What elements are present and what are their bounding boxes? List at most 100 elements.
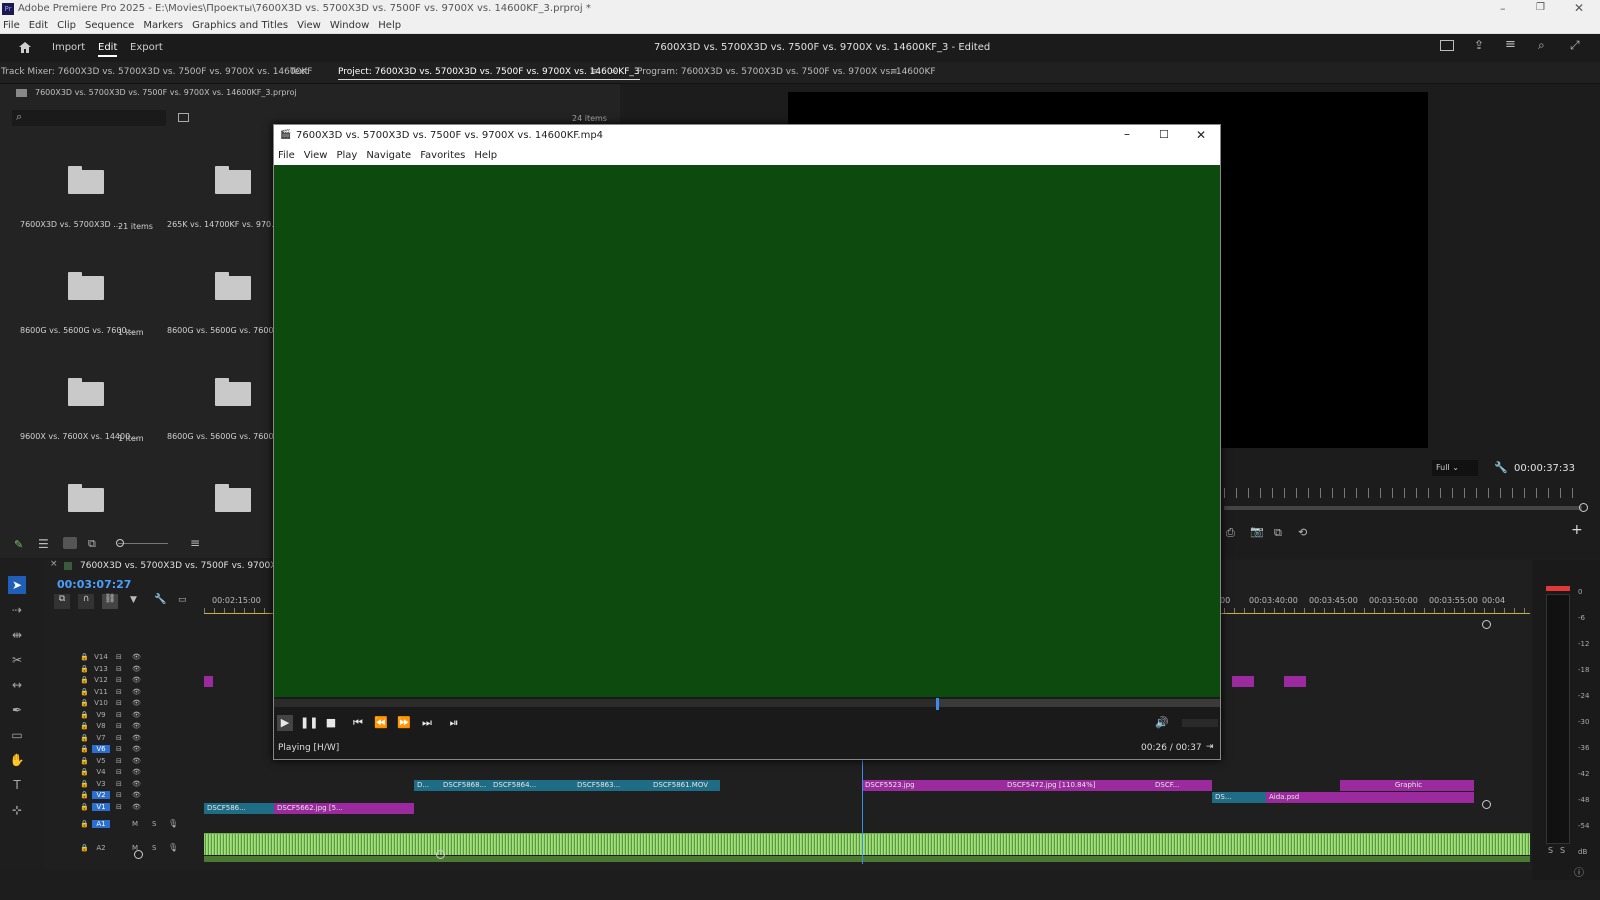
v2-clip[interactable]: DS... (1212, 792, 1266, 803)
hand-icon[interactable]: ✋ (8, 751, 26, 769)
mic-icon[interactable]: 🎙 (168, 843, 178, 852)
menu-item-clip[interactable]: Clip (57, 20, 76, 31)
v1-clip[interactable]: DSCF5662.jpg [5... (274, 803, 414, 814)
tab-import[interactable]: Import (52, 42, 85, 53)
menu-item-markers[interactable]: Markers (143, 20, 183, 31)
sync-lock-icon[interactable]: ⊟ (116, 734, 122, 742)
lock-icon[interactable]: 🔒 (80, 665, 89, 673)
marker-icon[interactable]: ▼ (130, 595, 137, 605)
razor-icon[interactable]: ✂ (8, 651, 26, 669)
lock-icon[interactable]: 🔒 (80, 820, 89, 828)
video-clip[interactable]: DSCF5861.MOV (650, 780, 720, 791)
lock-icon[interactable]: 🔒 (80, 734, 89, 742)
menu-item-file[interactable]: File (3, 20, 20, 31)
captions-icon[interactable]: ▭ (178, 595, 187, 605)
caption-icon[interactable]: ⊹ (8, 801, 26, 819)
menu-item-window[interactable]: Window (330, 20, 369, 31)
track-label[interactable]: V6 (92, 745, 110, 753)
player-menu-navigate[interactable]: Navigate (366, 150, 411, 161)
sync-lock-icon[interactable]: ⊟ (116, 780, 122, 788)
freeform-view-icon[interactable]: ⧉ (88, 537, 96, 551)
eye-icon[interactable]: 👁 (132, 665, 141, 673)
tab-text[interactable]: Text (290, 67, 308, 77)
fullscreen-icon[interactable]: ⤢ (1570, 38, 1580, 53)
eye-icon[interactable]: 👁 (132, 699, 141, 707)
sync-lock-icon[interactable]: ⊟ (116, 676, 122, 684)
panel-menu-icon[interactable]: ≡ (590, 67, 598, 77)
vr-icon[interactable]: ⟲ (1298, 526, 1307, 539)
sort-icon[interactable]: ≡ (190, 536, 200, 550)
player-menu-favorites[interactable]: Favorites (420, 150, 465, 161)
bin-item[interactable]: 9600X vs. 7600X vs. 14400... 1 item (18, 344, 158, 444)
track-label[interactable]: V1 (92, 802, 110, 811)
sync-lock-icon[interactable]: ⊟ (116, 745, 122, 753)
lock-icon[interactable]: 🔒 (80, 745, 89, 753)
eye-icon[interactable]: 👁 (132, 768, 141, 776)
settings-wrench-icon[interactable]: 🔧 (1494, 461, 1508, 474)
sequence-timecode[interactable]: 00:03:07:27 (57, 578, 131, 591)
timeline-scroll-handle[interactable] (134, 850, 143, 859)
track-label[interactable]: V11 (92, 688, 110, 696)
menu-item-sequence[interactable]: Sequence (85, 20, 134, 31)
v13-marker-clip[interactable] (204, 676, 213, 687)
v13-clip-a[interactable] (1232, 676, 1254, 687)
lock-icon[interactable]: 🔒 (80, 688, 89, 696)
bin-item[interactable] (18, 450, 158, 550)
new-bin-icon[interactable] (178, 113, 189, 122)
video-clip[interactable]: DSCF5864... (490, 780, 574, 791)
camera-icon[interactable]: 📷 (1250, 525, 1264, 538)
track-label[interactable]: V5 (92, 757, 110, 765)
solo-button[interactable]: S (152, 844, 156, 852)
sync-lock-icon[interactable]: ⊟ (116, 688, 122, 696)
pause-icon[interactable]: ❚❚ (300, 715, 318, 731)
lock-icon[interactable]: 🔒 (80, 711, 89, 719)
audio-track-a2-waveform[interactable] (204, 856, 1530, 862)
close-sequence-icon[interactable]: × (50, 559, 58, 569)
quick-search-icon[interactable]: ⌕ (1538, 38, 1545, 53)
slip-icon[interactable]: ↔ (8, 676, 26, 694)
solo-button[interactable]: S (152, 820, 156, 828)
volume-slider[interactable] (1182, 719, 1218, 727)
solo-right[interactable]: S (1560, 846, 1565, 855)
wrench-icon[interactable]: 🔧 (154, 594, 166, 605)
selection-tool-icon[interactable]: ➤ (8, 576, 26, 594)
fast-forward-icon[interactable]: ⏩ (396, 715, 412, 731)
eye-icon[interactable]: 👁 (132, 791, 141, 799)
eye-icon[interactable]: 👁 (132, 757, 141, 765)
video-clip[interactable]: DSCF5863... (574, 780, 650, 791)
info-icon[interactable]: ⓘ (1574, 864, 1584, 879)
menu-item-help[interactable]: Help (378, 20, 401, 31)
graphic-clip[interactable]: Graphic (1340, 780, 1474, 791)
player-maximize-icon[interactable]: ☐ (1159, 128, 1169, 141)
lock-icon[interactable]: 🔒 (80, 791, 89, 799)
lock-icon[interactable]: 🔒 (80, 803, 89, 811)
share-icon[interactable]: ⇪ (1474, 38, 1484, 52)
video-clip[interactable]: D... (414, 780, 440, 791)
eye-icon[interactable]: 👁 (132, 711, 141, 719)
v2-clip[interactable]: Aida.psd (1266, 792, 1474, 803)
video-frame[interactable] (274, 165, 1220, 697)
rewind-icon[interactable]: ⏪ (373, 715, 389, 731)
pen-icon[interactable]: ✒ (8, 701, 26, 719)
mute-button[interactable]: M (132, 820, 138, 828)
track-label[interactable]: V7 (92, 734, 110, 742)
image-clip[interactable]: DSCF5523.jpg (862, 780, 1004, 791)
export-frame-icon[interactable]: ⎙ (1226, 526, 1235, 540)
stop-icon[interactable]: ■ (323, 715, 339, 731)
workspaces-menu-icon[interactable]: ≡ (1505, 37, 1516, 52)
zoom-slider-handle[interactable] (116, 539, 124, 547)
list-view-icon[interactable]: ☰ (38, 537, 49, 551)
image-clip[interactable]: DSCF5472.jpg [110.84%] (1004, 780, 1152, 791)
player-menu-play[interactable]: Play (336, 150, 357, 161)
eye-icon[interactable]: 👁 (132, 653, 141, 661)
program-menu-icon[interactable]: ≡ (890, 67, 898, 77)
workspace-layout-icon[interactable] (1440, 40, 1454, 51)
sync-lock-icon[interactable]: ⊟ (116, 699, 122, 707)
sync-lock-icon[interactable]: ⊟ (116, 665, 122, 673)
add-button-icon[interactable]: + (1571, 522, 1583, 538)
previous-icon[interactable]: ⏮ (350, 715, 366, 731)
pencil-icon[interactable]: ✎ (14, 538, 23, 551)
seek-handle[interactable] (936, 698, 940, 710)
track-label[interactable]: V12 (92, 676, 110, 684)
timeline-scroll-handle-2[interactable] (436, 850, 445, 859)
